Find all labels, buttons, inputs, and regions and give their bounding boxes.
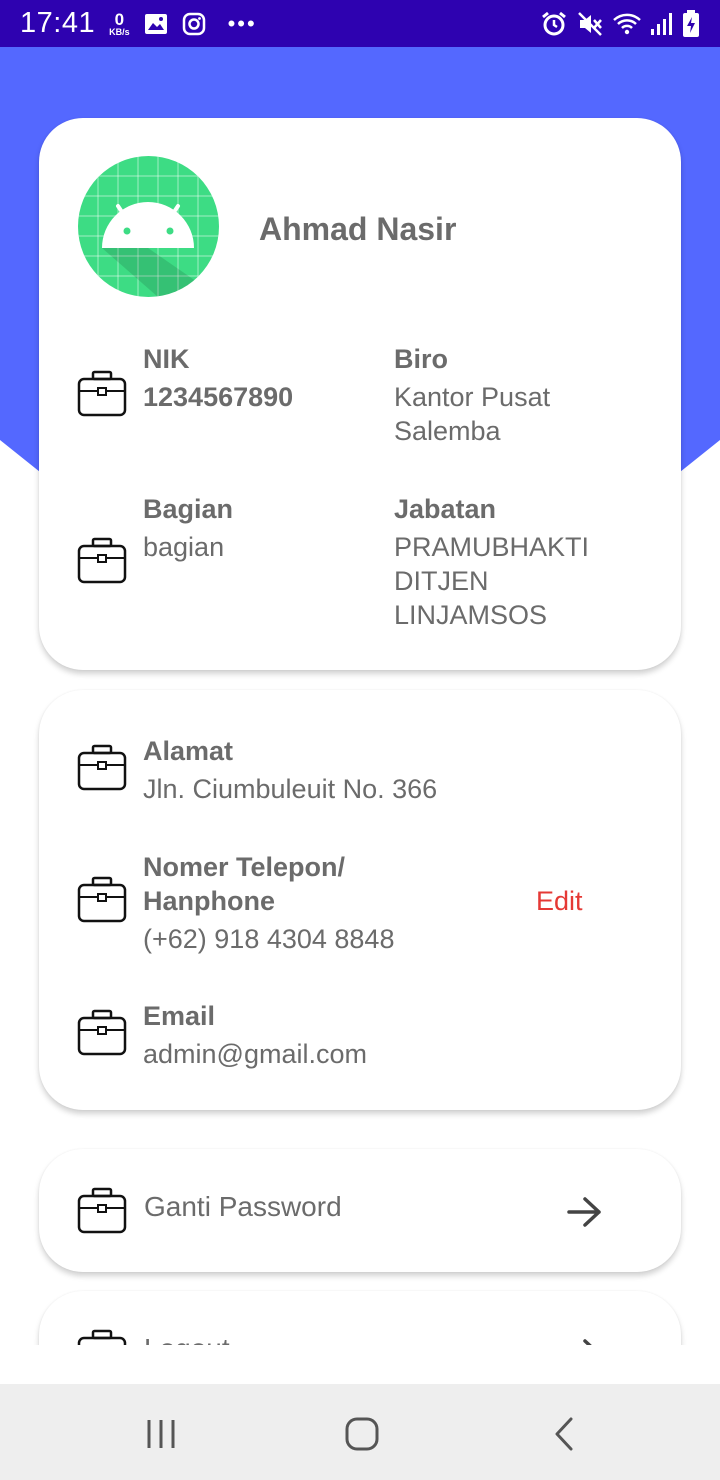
field-nik: NIK 1234567890 bbox=[77, 342, 337, 422]
scroll-clip bbox=[0, 1345, 720, 1384]
status-time: 17:41 bbox=[20, 7, 96, 39]
phone-label: Nomer Telepon/ Hanphone bbox=[143, 852, 346, 916]
briefcase-icon bbox=[77, 370, 127, 417]
network-speed: 0 KB/s bbox=[109, 9, 130, 37]
more-dots-icon: ••• bbox=[227, 10, 257, 36]
field-phone: Nomer Telepon/ Hanphone (+62) 918 4304 8… bbox=[77, 850, 537, 960]
briefcase-icon bbox=[77, 1009, 127, 1056]
field-jabatan: Jabatan PRAMUBHAKTI DITJEN LINJAMSOS bbox=[328, 492, 628, 642]
avatar bbox=[78, 156, 219, 297]
signal-icon bbox=[651, 12, 672, 35]
image-icon bbox=[144, 13, 167, 34]
phone-value: (+62) 918 4304 8848 bbox=[143, 924, 395, 954]
arrow-right-icon bbox=[567, 1197, 601, 1227]
alarm-icon bbox=[542, 11, 566, 35]
email-label: Email bbox=[143, 1001, 216, 1031]
briefcase-icon bbox=[77, 537, 127, 584]
back-icon[interactable] bbox=[545, 1414, 585, 1454]
biro-label: Biro bbox=[394, 344, 448, 374]
briefcase-icon bbox=[77, 1187, 127, 1234]
profile-name: Ahmad Nasir bbox=[259, 211, 457, 247]
field-address: Alamat Jln. Ciumbuleuit No. 366 bbox=[77, 734, 637, 814]
bagian-value: bagian bbox=[143, 532, 225, 562]
address-value: Jln. Ciumbuleuit No. 366 bbox=[143, 774, 438, 804]
home-icon[interactable] bbox=[342, 1414, 382, 1454]
change-password-button[interactable]: Ganti Password bbox=[39, 1149, 681, 1272]
profile-card: Ahmad Nasir NIK 1234567890 Biro Kantor P… bbox=[39, 118, 681, 670]
instagram-icon bbox=[182, 12, 205, 35]
contact-card: Alamat Jln. Ciumbuleuit No. 366 Nomer Te… bbox=[39, 690, 681, 1110]
field-email: Email admin@gmail.com bbox=[77, 999, 637, 1079]
recent-apps-icon[interactable] bbox=[141, 1414, 181, 1454]
wifi-icon bbox=[613, 13, 641, 34]
battery-charging-icon bbox=[683, 9, 699, 37]
bagian-label: Bagian bbox=[143, 494, 234, 524]
android-icon bbox=[78, 156, 219, 297]
system-nav-bar bbox=[0, 1384, 720, 1480]
briefcase-icon bbox=[77, 876, 127, 923]
field-biro: Biro Kantor Pusat Salemba bbox=[328, 342, 628, 452]
email-value: admin@gmail.com bbox=[143, 1039, 367, 1069]
jabatan-value: PRAMUBHAKTI DITJEN LINJAMSOS bbox=[394, 532, 590, 630]
status-bar: 17:41 0 KB/s ••• bbox=[0, 0, 720, 47]
jabatan-label: Jabatan bbox=[394, 494, 497, 524]
briefcase-icon bbox=[77, 744, 127, 791]
nik-label: NIK bbox=[143, 344, 190, 374]
edit-phone-link[interactable]: Edit bbox=[536, 886, 583, 917]
change-password-label: Ganti Password bbox=[144, 1191, 342, 1222]
nik-value: 1234567890 bbox=[143, 382, 294, 412]
mute-icon bbox=[578, 11, 602, 36]
address-label: Alamat bbox=[143, 736, 234, 766]
biro-value: Kantor Pusat Salemba bbox=[394, 382, 551, 446]
field-bagian: Bagian bagian bbox=[77, 492, 337, 584]
